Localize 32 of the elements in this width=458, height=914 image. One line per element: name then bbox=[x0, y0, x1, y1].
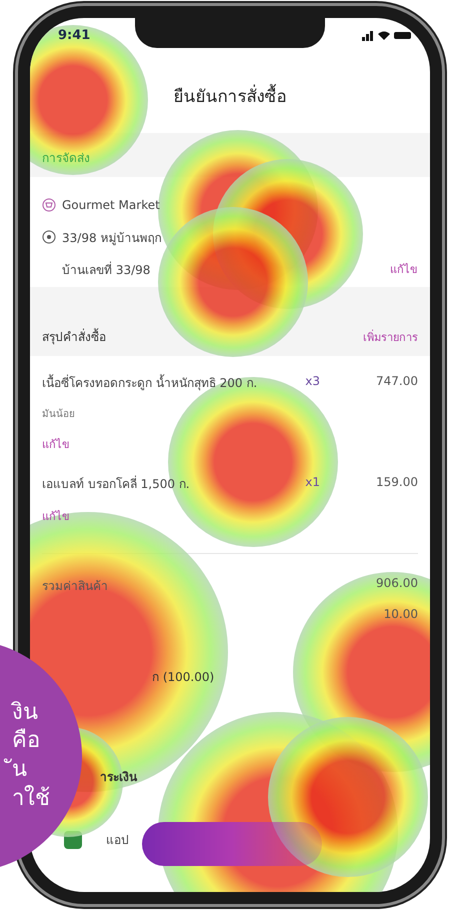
payment-option: แอป bbox=[106, 830, 129, 849]
total-value: 10.00 bbox=[384, 607, 418, 623]
section-title: าระเงิน bbox=[100, 770, 137, 784]
confirm-button[interactable] bbox=[142, 822, 322, 866]
promo-text: คือ bbox=[11, 727, 40, 756]
total-value: 906.00 bbox=[376, 576, 418, 592]
total-label: รวมค่าสินค้า bbox=[42, 578, 108, 595]
promo-text: งิน bbox=[10, 698, 38, 727]
item-price: 159.00 bbox=[375, 475, 418, 489]
edit-link[interactable]: แก้ไข bbox=[42, 435, 418, 453]
store-name: Gourmet Market bbox=[62, 198, 160, 212]
address-detail: บ้านเลขที่ 33/98 bbox=[62, 260, 150, 278]
item-note: มันน้อย bbox=[42, 408, 76, 421]
total-label: ก (100.00) bbox=[152, 669, 214, 686]
item-name: เนื้อซี่โครงทอดกระดูก น้ำหนักสุทธิ 200 ก. bbox=[42, 374, 258, 392]
section-title: สรุปคำสั่งซื้อ bbox=[42, 327, 106, 346]
item-price: 747.00 bbox=[375, 374, 418, 388]
item-quantity: x3 bbox=[304, 374, 320, 388]
section-title: การจัดส่ง bbox=[42, 151, 90, 165]
cart-icon bbox=[42, 198, 56, 212]
page-title: ยืนยันการสั่งซื้อ bbox=[42, 52, 418, 133]
address-text: 33/98 หมู่บ้านพฤก bbox=[62, 230, 162, 246]
promo-text: ัน bbox=[0, 756, 27, 785]
promo-text: าใช้ bbox=[11, 784, 50, 813]
edit-link[interactable]: แก้ไข bbox=[42, 507, 418, 525]
edit-link[interactable]: แก้ไข bbox=[390, 260, 418, 278]
add-items-link[interactable]: เพิ่มรายการ bbox=[363, 328, 418, 346]
status-icons bbox=[362, 29, 412, 41]
location-icon bbox=[42, 230, 56, 244]
item-name: เอแบลท์ บรอกโคลี่ 1,500 ก. bbox=[42, 475, 191, 493]
item-quantity: x1 bbox=[304, 475, 320, 489]
status-time: 9:41 bbox=[58, 28, 90, 42]
